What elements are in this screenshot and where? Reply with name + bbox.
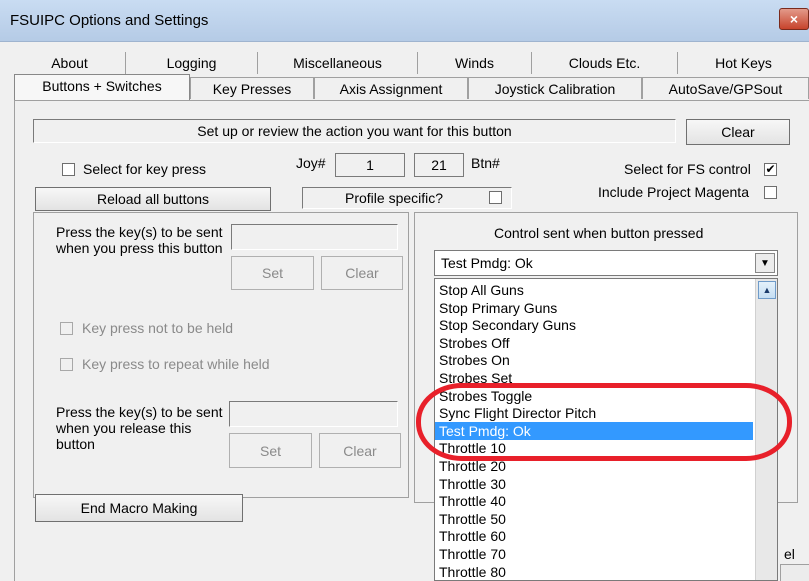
button-number-field[interactable]: 21 <box>414 153 464 177</box>
instruction-bar: Set up or review the action you want for… <box>33 119 676 143</box>
tab-key-presses[interactable]: Key Presses <box>190 77 314 99</box>
window-title: FSUIPC Options and Settings <box>10 12 209 29</box>
release-keys-label: Press the key(s) to be sent when you rel… <box>56 404 223 452</box>
tab-about[interactable]: About <box>14 52 126 74</box>
control-list-item[interactable]: Throttle 50 <box>439 510 753 528</box>
press-keys-field[interactable] <box>231 224 398 250</box>
clear-action-button[interactable]: Clear <box>686 119 790 145</box>
control-group-label: Control sent when button pressed <box>494 225 704 241</box>
select-fs-control-label: Select for FS control <box>624 161 751 177</box>
release-keys-field[interactable] <box>229 401 398 427</box>
tab-joystick-calibration[interactable]: Joystick Calibration <box>468 77 642 99</box>
control-list-item[interactable]: Throttle 80 <box>439 563 753 580</box>
control-list-item[interactable]: Stop All Guns <box>439 281 753 299</box>
release-set-button[interactable]: Set <box>229 433 312 468</box>
tab-axis-assignment[interactable]: Axis Assignment <box>314 77 468 99</box>
tab-autosave-gpsout[interactable]: AutoSave/GPSout <box>642 77 809 99</box>
list-scrollbar[interactable]: ▲ <box>755 279 777 580</box>
control-list-item[interactable]: Strobes Toggle <box>439 387 753 405</box>
control-list-item[interactable]: Stop Secondary Guns <box>439 316 753 334</box>
press-clear-button[interactable]: Clear <box>321 256 403 290</box>
control-list-item[interactable]: Test Pmdg: Ok <box>435 421 753 440</box>
control-list[interactable]: Stop All Guns Stop Primary Guns Stop Secon… <box>434 278 778 581</box>
press-keys-label: Press the key(s) to be sent when you pre… <box>56 224 223 256</box>
key-not-held-label: Key press not to be held <box>82 320 233 336</box>
control-dropdown-value: Test Pmdg: Ok <box>441 255 533 271</box>
select-key-press-label: Select for key press <box>83 161 206 177</box>
tab-clouds[interactable]: Clouds Etc. <box>532 52 678 74</box>
include-project-magenta-label: Include Project Magenta <box>598 184 749 200</box>
control-list-item[interactable]: Throttle 10 <box>439 439 753 457</box>
control-list-item[interactable]: Throttle 40 <box>439 492 753 510</box>
tab-miscellaneous[interactable]: Miscellaneous <box>258 52 418 74</box>
chevron-down-icon[interactable]: ▼ <box>755 253 775 273</box>
btn-label: Btn# <box>471 155 500 171</box>
profile-specific-checkbox[interactable] <box>489 191 502 204</box>
control-list-item[interactable]: Strobes Set <box>439 369 753 387</box>
close-button[interactable]: × <box>779 8 809 30</box>
control-list-item[interactable]: Throttle 60 <box>439 527 753 545</box>
control-list-item[interactable]: Strobes On <box>439 351 753 369</box>
select-key-press-checkbox[interactable] <box>62 163 75 176</box>
tab-winds[interactable]: Winds <box>418 52 532 74</box>
release-clear-button[interactable]: Clear <box>319 433 401 468</box>
obscured-label-fragment: el <box>784 546 795 562</box>
close-icon: × <box>789 11 799 27</box>
key-repeat-label: Key press to repeat while held <box>82 356 270 372</box>
instruction-text: Set up or review the action you want for… <box>197 123 512 139</box>
profile-specific-label: Profile specific? <box>345 190 444 206</box>
obscured-button-edge <box>780 564 809 581</box>
control-list-item[interactable]: Throttle 30 <box>439 475 753 493</box>
tab-hot-keys[interactable]: Hot Keys <box>678 52 809 74</box>
control-list-item[interactable]: Stop Primary Guns <box>439 299 753 317</box>
key-not-held-checkbox[interactable] <box>60 322 73 335</box>
control-list-item[interactable]: Throttle 70 <box>439 545 753 563</box>
select-fs-control-checkbox[interactable]: ✔ <box>764 163 777 176</box>
joy-number-field[interactable]: 1 <box>335 153 405 177</box>
include-project-magenta-checkbox[interactable] <box>764 186 777 199</box>
control-list-item[interactable]: Sync Flight Director Pitch <box>439 404 753 422</box>
profile-specific-box: Profile specific? <box>302 187 512 209</box>
control-list-item[interactable]: Strobes Off <box>439 334 753 352</box>
key-repeat-checkbox[interactable] <box>60 358 73 371</box>
joy-label: Joy# <box>296 155 326 171</box>
tab-buttons-switches[interactable]: Buttons + Switches <box>14 74 190 101</box>
scroll-up-arrow-icon[interactable]: ▲ <box>758 281 776 299</box>
tab-logging[interactable]: Logging <box>126 52 258 74</box>
press-set-button[interactable]: Set <box>231 256 314 290</box>
control-dropdown[interactable]: Test Pmdg: Ok ▼ <box>434 250 778 276</box>
control-list-item[interactable]: Throttle 20 <box>439 457 753 475</box>
reload-all-buttons-button[interactable]: Reload all buttons <box>35 187 271 211</box>
title-bar: FSUIPC Options and Settings × <box>0 0 809 42</box>
end-macro-making-button[interactable]: End Macro Making <box>35 494 243 522</box>
